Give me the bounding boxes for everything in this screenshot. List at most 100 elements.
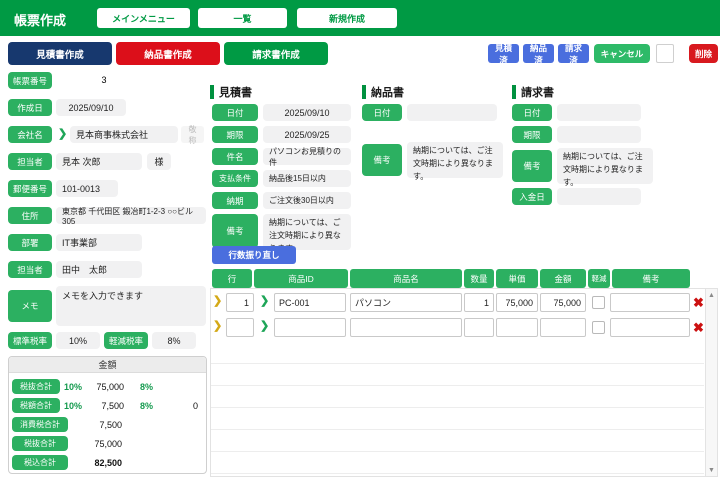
cancel-button[interactable]: キャンセル xyxy=(594,44,650,63)
zip-field[interactable]: 101-0013 xyxy=(56,180,118,197)
estimate-subject-field[interactable]: パソコンお見積りの件 xyxy=(263,148,351,165)
new-button[interactable]: 新規作成 xyxy=(297,8,397,28)
estimate-section-title: 見積書 xyxy=(210,84,252,100)
total-incl-tax-label: 税込合計 xyxy=(12,455,68,470)
estimate-payment-field[interactable]: 納品後15日以内 xyxy=(263,170,351,187)
address-label: 住所 xyxy=(8,207,52,224)
delivery-notes-label: 備考 xyxy=(362,144,402,176)
col-header-qty: 数量 xyxy=(464,269,494,288)
create-delivery-button[interactable]: 納品書作成 xyxy=(116,42,220,65)
department-field[interactable]: IT事業部 xyxy=(56,234,142,251)
row2-product-lookup-icon[interactable]: ❯ xyxy=(260,321,269,332)
invoice-done-badge[interactable]: 請求済 xyxy=(558,44,589,63)
estimate-delivery-field[interactable]: ご注文後30日以内 xyxy=(263,192,351,209)
contact-suffix-field[interactable]: 様 xyxy=(147,153,171,170)
row2-select-icon[interactable]: ❯ xyxy=(213,321,222,332)
invoice-deposit-field[interactable] xyxy=(557,188,641,205)
row2-delete-icon[interactable]: ✖ xyxy=(693,321,704,334)
main-menu-button[interactable]: メインメニュー xyxy=(97,8,190,28)
empty-row xyxy=(211,386,704,408)
row1-product-lookup-icon[interactable]: ❯ xyxy=(260,296,269,307)
row1-product-id-input[interactable] xyxy=(274,293,346,312)
row1-product-name-input[interactable] xyxy=(350,293,462,312)
excl-tax-value1: 75,000 xyxy=(84,382,124,392)
contact-field[interactable]: 見本 次郎 xyxy=(56,153,142,170)
col-header-line: 行 xyxy=(212,269,252,288)
row1-line-input[interactable] xyxy=(226,293,254,312)
row1-reduced-tax-checkbox[interactable] xyxy=(592,296,605,309)
col-header-unit-price: 単価 xyxy=(496,269,538,288)
reduced-rate-field[interactable]: 8% xyxy=(152,332,196,349)
excl-tax-total-label: 税抜合計 xyxy=(12,379,60,394)
delivery-done-badge[interactable]: 納品済 xyxy=(523,44,554,63)
row2-product-name-input[interactable] xyxy=(350,318,462,337)
delivery-notes-field[interactable]: 納期については、ご注文時期により異なります。 xyxy=(407,142,503,178)
empty-row xyxy=(211,408,704,430)
standard-rate-field[interactable]: 10% xyxy=(56,332,100,349)
excl-tax-rate2: 8% xyxy=(140,382,153,392)
total-incl-tax-value: 82,500 xyxy=(72,458,122,468)
row2-product-id-input[interactable] xyxy=(274,318,346,337)
company-label: 会社名 xyxy=(8,126,52,143)
row2-line-input[interactable] xyxy=(226,318,254,337)
consumption-tax-total-value: 7,500 xyxy=(72,420,122,430)
col-header-note: 備考 xyxy=(612,269,690,288)
estimate-notes-field[interactable]: 納期については、ご注文時期により異なります。 xyxy=(263,214,351,250)
company-lookup-icon[interactable]: ❯ xyxy=(58,129,67,140)
person-label: 担当者 xyxy=(8,261,52,278)
estimate-delivery-label: 納期 xyxy=(212,192,258,209)
estimate-done-badge[interactable]: 見積済 xyxy=(488,44,519,63)
created-date-field[interactable]: 2025/09/10 xyxy=(56,99,126,116)
zip-label: 郵便番号 xyxy=(8,180,52,197)
col-header-amount: 金額 xyxy=(540,269,586,288)
col-header-product-name: 商品名 xyxy=(350,269,462,288)
row2-qty-input[interactable] xyxy=(464,318,494,337)
row1-note-input[interactable] xyxy=(610,293,690,312)
invoice-date-field[interactable] xyxy=(557,104,641,121)
list-button[interactable]: 一覧 xyxy=(198,8,287,28)
invoice-notes-label: 備考 xyxy=(512,150,552,182)
invoice-notes-field[interactable]: 納期については、ご注文時期により異なります。 xyxy=(557,148,653,184)
row2-amount-input[interactable] xyxy=(540,318,586,337)
memo-field[interactable]: メモを入力できます xyxy=(56,286,206,326)
estimate-title-bar xyxy=(210,85,214,99)
scroll-up-icon[interactable]: ▲ xyxy=(706,289,717,301)
department-label: 部署 xyxy=(8,234,52,251)
company-field[interactable]: 見本商事株式会社 xyxy=(70,126,178,143)
tax-value2: 0 xyxy=(164,401,198,411)
col-header-reduced-tax: 軽減 xyxy=(588,269,610,288)
items-scrollbar[interactable]: ▲ ▼ xyxy=(705,289,717,476)
renumber-rows-button[interactable]: 行数振り直し xyxy=(212,246,296,264)
delete-button[interactable]: 削除 xyxy=(689,44,718,63)
delivery-section-title: 納品書 xyxy=(362,84,404,100)
form-number-value: 3 xyxy=(84,75,124,85)
app-window: 帳票作成 メインメニュー 一覧 新規作成 見積書作成 納品書作成 請求書作成 見… xyxy=(0,0,720,480)
row2-unit-price-input[interactable] xyxy=(496,318,538,337)
row1-amount-input[interactable] xyxy=(540,293,586,312)
invoice-due-label: 期限 xyxy=(512,126,552,143)
estimate-due-label: 期限 xyxy=(212,126,258,143)
honorific-button[interactable]: 敬称 xyxy=(181,126,204,143)
invoice-due-field[interactable] xyxy=(557,126,641,143)
row2-reduced-tax-checkbox[interactable] xyxy=(592,321,605,334)
form-number-label: 帳票番号 xyxy=(8,72,52,89)
row2-note-input[interactable] xyxy=(610,318,690,337)
address-field[interactable]: 東京都 千代田区 鍛冶町1-2-3 ○○ビル305 xyxy=(56,207,206,224)
person-field[interactable]: 田中 太郎 xyxy=(56,261,142,278)
delivery-date-field[interactable] xyxy=(407,104,497,121)
empty-row xyxy=(211,342,704,364)
empty-row xyxy=(211,452,704,474)
scroll-down-icon[interactable]: ▼ xyxy=(706,464,717,476)
create-invoice-button[interactable]: 請求書作成 xyxy=(224,42,328,65)
row1-delete-icon[interactable]: ✖ xyxy=(693,296,704,309)
delivery-date-label: 日付 xyxy=(362,104,402,121)
estimate-due-field[interactable]: 2025/09/25 xyxy=(263,126,351,143)
estimate-date-field[interactable]: 2025/09/10 xyxy=(263,104,351,121)
row1-select-icon[interactable]: ❯ xyxy=(213,296,222,307)
tax-total-label: 税額合計 xyxy=(12,398,60,413)
row1-unit-price-input[interactable] xyxy=(496,293,538,312)
empty-row xyxy=(211,430,704,452)
row1-qty-input[interactable] xyxy=(464,293,494,312)
cancel-checkbox[interactable] xyxy=(656,44,674,63)
create-estimate-button[interactable]: 見積書作成 xyxy=(8,42,112,65)
